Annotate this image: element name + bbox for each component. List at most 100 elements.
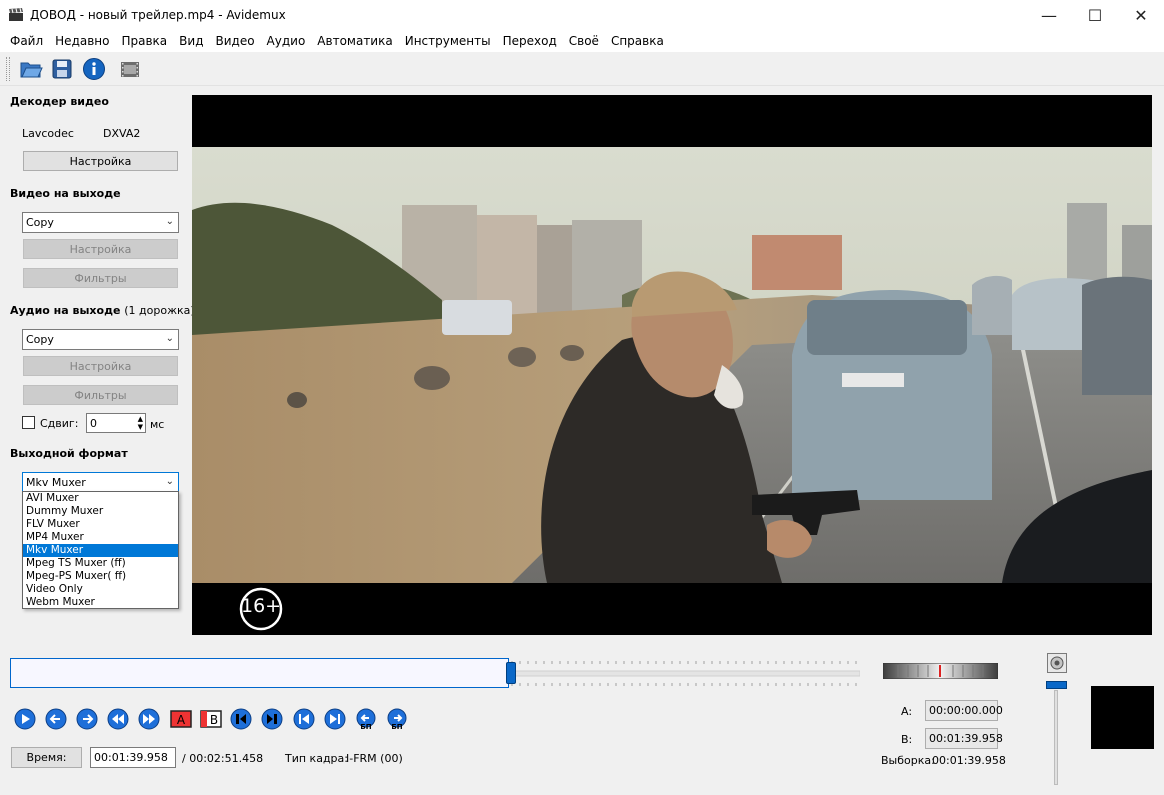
audio-output-title: Аудио на выходе (1 дорожка) bbox=[10, 304, 195, 317]
output-format-title: Выходной формат bbox=[10, 447, 128, 460]
timeline-played-region bbox=[10, 658, 509, 688]
decoder-name: Lavcodec bbox=[22, 127, 74, 140]
spin-down-icon[interactable]: ▼ bbox=[138, 423, 143, 431]
window-title: ДОВОД - новый трейлер.mp4 - Avidemux bbox=[30, 8, 286, 22]
audio-output-title-text: Аудио на выходе bbox=[10, 304, 121, 317]
close-button[interactable]: ✕ bbox=[1118, 0, 1164, 31]
back-keyframe-icon[interactable] bbox=[107, 708, 129, 730]
output-format-dropdown: AVI Muxer Dummy Muxer FLV Muxer MP4 Muxe… bbox=[22, 491, 179, 609]
video-settings-button[interactable]: Настройка bbox=[23, 239, 178, 259]
video-output-title: Видео на выходе bbox=[10, 187, 121, 200]
play-icon[interactable] bbox=[14, 708, 36, 730]
marker-b-value: 00:01:39.958 bbox=[925, 728, 1003, 749]
decoder-settings-button[interactable]: Настройка bbox=[23, 151, 178, 171]
video-filters-button[interactable]: Фильтры bbox=[23, 268, 178, 288]
forward-keyframe-icon[interactable] bbox=[138, 708, 160, 730]
menu-file[interactable]: Файл bbox=[4, 31, 49, 52]
set-marker-a-icon[interactable]: A bbox=[170, 708, 192, 730]
svg-text:B: B bbox=[210, 713, 218, 727]
menu-go[interactable]: Переход bbox=[497, 31, 563, 52]
video-preview[interactable]: 16+ bbox=[192, 95, 1152, 635]
shift-value: 0 bbox=[90, 417, 97, 430]
frame-type-label: Тип кадра: bbox=[285, 752, 348, 765]
video-decoder-title: Декодер видео bbox=[10, 95, 109, 108]
shift-label: Сдвиг: bbox=[40, 417, 79, 430]
menu-bar: Файл Недавно Правка Вид Видео Аудио Авто… bbox=[0, 31, 1164, 52]
format-option-mp4[interactable]: MP4 Muxer bbox=[23, 531, 178, 544]
menu-audio[interactable]: Аудио bbox=[261, 31, 312, 52]
svg-text:A: A bbox=[177, 713, 186, 727]
save-disk-icon[interactable] bbox=[50, 57, 74, 81]
output-format-value: Mkv Muxer bbox=[26, 476, 86, 489]
menu-video[interactable]: Видео bbox=[209, 31, 260, 52]
go-to-end-icon[interactable] bbox=[261, 708, 283, 730]
time-button[interactable]: Время: bbox=[11, 747, 82, 768]
menu-auto[interactable]: Автоматика bbox=[311, 31, 398, 52]
audio-settings-button[interactable]: Настройка bbox=[23, 356, 178, 376]
audio-filters-button[interactable]: Фильтры bbox=[23, 385, 178, 405]
selection-value: 00:01:39.958 bbox=[932, 754, 1006, 767]
film-properties-icon[interactable] bbox=[118, 57, 142, 81]
video-codec-combo[interactable]: Copy ⌄ bbox=[22, 212, 179, 233]
toolbar-grip[interactable] bbox=[6, 57, 10, 81]
format-option-webm[interactable]: Webm Muxer bbox=[23, 596, 178, 609]
go-to-marker-a-icon[interactable] bbox=[293, 708, 315, 730]
svg-text:БП: БП bbox=[391, 723, 402, 730]
marker-a-value: 00:00:00.000 bbox=[925, 700, 1003, 721]
set-marker-b-icon[interactable]: B bbox=[200, 708, 222, 730]
chevron-down-icon: ⌄ bbox=[165, 216, 174, 227]
video-codec-value: Copy bbox=[26, 216, 54, 229]
menu-recent[interactable]: Недавно bbox=[49, 31, 115, 52]
open-folder-icon[interactable] bbox=[19, 57, 43, 81]
go-to-start-icon[interactable] bbox=[230, 708, 252, 730]
format-option-flv[interactable]: FLV Muxer bbox=[23, 518, 178, 531]
shift-unit: мс bbox=[150, 418, 165, 431]
go-to-marker-b-icon[interactable] bbox=[324, 708, 346, 730]
speaker-icon[interactable] bbox=[1047, 653, 1067, 673]
volume-handle[interactable] bbox=[1046, 681, 1067, 689]
next-black-frame-icon[interactable]: БП bbox=[386, 708, 408, 730]
minimize-button[interactable]: — bbox=[1026, 0, 1072, 31]
previous-black-frame-icon[interactable]: БП bbox=[355, 708, 377, 730]
toolbar bbox=[0, 52, 1164, 86]
video-frame-image bbox=[192, 95, 1152, 635]
frame-type-value: I-FRM (00) bbox=[346, 752, 403, 765]
shift-checkbox[interactable] bbox=[22, 416, 35, 429]
maximize-button[interactable]: ☐ bbox=[1072, 0, 1118, 31]
format-option-video-only[interactable]: Video Only bbox=[23, 583, 178, 596]
audio-codec-combo[interactable]: Copy ⌄ bbox=[22, 329, 179, 350]
forward-one-frame-icon[interactable] bbox=[76, 708, 98, 730]
format-option-dummy[interactable]: Dummy Muxer bbox=[23, 505, 178, 518]
shift-spinbox[interactable]: 0 ▲ ▼ bbox=[86, 413, 146, 433]
menu-custom[interactable]: Своё bbox=[563, 31, 605, 52]
timeline-handle[interactable] bbox=[506, 662, 516, 684]
info-icon[interactable] bbox=[82, 57, 106, 81]
format-option-mpeg-ps[interactable]: Mpeg-PS Muxer( ff) bbox=[23, 570, 178, 583]
audio-codec-value: Copy bbox=[26, 333, 54, 346]
svg-text:БП: БП bbox=[360, 723, 371, 730]
mini-preview bbox=[1091, 686, 1154, 749]
age-rating-label: 16+ bbox=[241, 595, 282, 617]
timeline-slider[interactable] bbox=[10, 658, 860, 688]
chevron-down-icon: ⌄ bbox=[165, 476, 174, 487]
audio-track-count: (1 дорожка) bbox=[124, 304, 195, 317]
format-option-mpeg-ts[interactable]: Mpeg TS Muxer (ff) bbox=[23, 557, 178, 570]
menu-help[interactable]: Справка bbox=[605, 31, 670, 52]
format-option-avi[interactable]: AVI Muxer bbox=[23, 492, 178, 505]
jog-shuttle[interactable] bbox=[883, 663, 998, 679]
back-one-frame-icon[interactable] bbox=[45, 708, 67, 730]
menu-tools[interactable]: Инструменты bbox=[399, 31, 497, 52]
marker-a-label: A: bbox=[901, 705, 913, 718]
app-clapperboard-icon bbox=[9, 8, 23, 21]
total-time: / 00:02:51.458 bbox=[182, 752, 264, 765]
output-format-combo[interactable]: Mkv Muxer ⌄ bbox=[22, 472, 179, 492]
decoder-hw: DXVA2 bbox=[103, 127, 141, 140]
menu-edit[interactable]: Правка bbox=[115, 31, 173, 52]
current-time-field[interactable]: 00:01:39.958 bbox=[90, 747, 176, 768]
spin-up-icon[interactable]: ▲ bbox=[138, 415, 143, 423]
volume-track[interactable] bbox=[1054, 690, 1058, 785]
chevron-down-icon: ⌄ bbox=[165, 333, 174, 344]
format-option-mkv[interactable]: Mkv Muxer bbox=[23, 544, 178, 557]
menu-view[interactable]: Вид bbox=[173, 31, 209, 52]
selection-label: Выборка: bbox=[881, 754, 935, 767]
